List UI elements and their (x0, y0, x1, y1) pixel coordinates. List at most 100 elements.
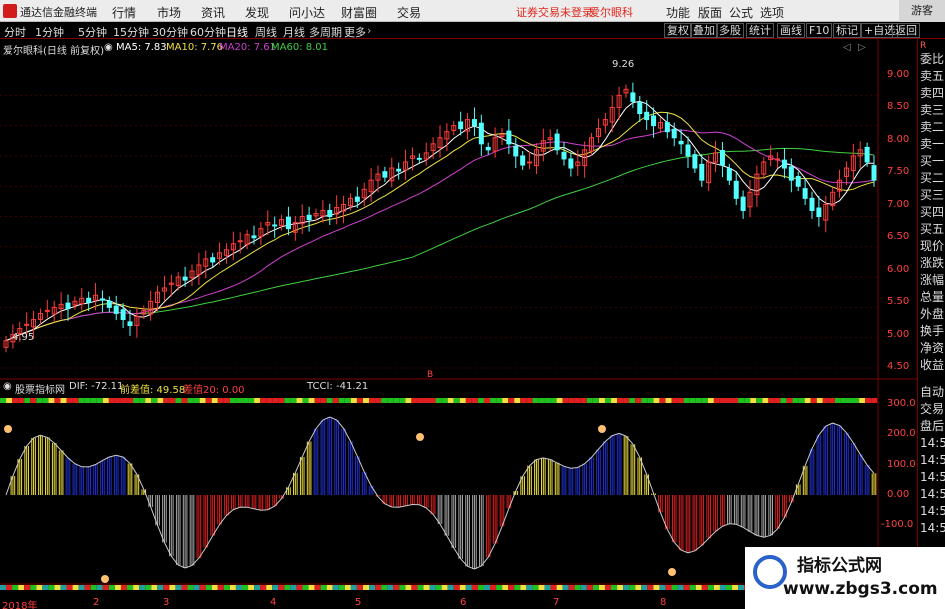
menu-news[interactable]: 资讯 (201, 4, 225, 21)
side-item-lower: 交易 (920, 402, 945, 416)
side-item: 卖四 (920, 86, 945, 100)
candle-body (24, 323, 30, 326)
menu-market[interactable]: 市场 (157, 4, 181, 21)
chart-area[interactable] (0, 39, 917, 609)
candle-body (561, 151, 567, 160)
side-item-lower: 14:50 (920, 504, 945, 518)
period-tab[interactable]: 分时 (4, 24, 26, 40)
signal-band-cell (641, 398, 648, 403)
signal-band-cell (435, 398, 442, 403)
signal-band-cell (133, 585, 140, 590)
overlay-button[interactable]: 叠加 (690, 23, 718, 38)
arrow-left-icon[interactable]: ◁ (843, 42, 851, 53)
signal-band-cell (266, 585, 273, 590)
settings-circle-icon[interactable]: ◉ (3, 381, 12, 392)
period-tab-active[interactable]: 日线 (226, 24, 248, 40)
login-warning[interactable]: 证券交易未登录 (516, 4, 593, 20)
menu-ask[interactable]: 问小达 (289, 4, 325, 21)
guest-login-button[interactable]: 游客 (899, 0, 945, 22)
signal-band-cell (284, 398, 291, 403)
signal-band-cell (217, 398, 224, 403)
stats-button[interactable]: 统计 (746, 23, 774, 38)
signal-band-cell (314, 398, 321, 403)
signal-band-cell (30, 398, 37, 403)
side-item: 涨跌 (920, 256, 945, 270)
signal-band-cell (60, 585, 67, 590)
ma60-label: MA60: 8.01 (271, 42, 329, 53)
signal-band-cell (502, 398, 509, 403)
side-item: 现价 (920, 239, 945, 253)
menu-function[interactable]: 功能 (666, 4, 690, 21)
signal-band-cell (399, 585, 406, 590)
signal-band-cell (248, 585, 255, 590)
y-tick: 8.00 (887, 134, 910, 145)
signal-band-cell (659, 585, 666, 590)
period-tab[interactable]: 周线 (255, 24, 277, 40)
period-tab[interactable]: 月线 (283, 24, 305, 40)
signal-band-cell (465, 398, 472, 403)
signal-band-cell (411, 398, 418, 403)
side-item: 总量 (920, 290, 945, 304)
menu-trade[interactable]: 交易 (397, 4, 421, 21)
signal-band-cell (326, 585, 333, 590)
side-item: 收益 (920, 358, 945, 372)
more-periods-dropdown[interactable]: 更多 (344, 24, 366, 40)
period-tab[interactable]: 15分钟 (113, 24, 149, 40)
menu-discover[interactable]: 发现 (245, 4, 269, 21)
menu-quotes[interactable]: 行情 (112, 4, 136, 21)
signal-band-cell (151, 398, 158, 403)
side-item-lower[interactable]: 自动 (920, 384, 944, 401)
signal-band-cell (568, 398, 575, 403)
signal-band-cell (308, 398, 315, 403)
mark-button[interactable]: 标记 (833, 23, 861, 38)
candle-body (795, 176, 801, 187)
menu-options[interactable]: 选项 (760, 4, 784, 21)
period-tab[interactable]: 1分钟 (35, 24, 64, 40)
menu-layout[interactable]: 版面 (698, 4, 722, 21)
signal-band-cell (538, 398, 545, 403)
period-tab[interactable]: 30分钟 (152, 24, 188, 40)
signal-band-cell (223, 398, 230, 403)
signal-band-cell (54, 398, 61, 403)
signal-band-cell (48, 585, 55, 590)
app-title: 通达信金融终端 (20, 6, 97, 19)
signal-band-cell (205, 585, 212, 590)
signal-band-cell (635, 398, 642, 403)
signal-band-cell (272, 585, 279, 590)
signal-band-cell (586, 585, 593, 590)
signal-band-cell (683, 585, 690, 590)
f10-button[interactable]: F10 (806, 23, 833, 38)
signal-dot (101, 575, 109, 583)
signal-band-cell (671, 585, 678, 590)
signal-band-cell (653, 585, 660, 590)
signal-band-cell (145, 398, 152, 403)
signal-band-cell (496, 585, 503, 590)
signal-band-cell (484, 398, 490, 403)
signal-band-cell (701, 398, 708, 403)
signal-band-cell (471, 398, 478, 403)
draw-line-button[interactable]: 画线 (777, 23, 805, 38)
signal-band-cell (574, 585, 581, 590)
signal-band-cell (139, 398, 146, 403)
period-tab[interactable]: 5分钟 (78, 24, 107, 40)
menu-wealth[interactable]: 财富圈 (341, 4, 377, 21)
signal-band-cell (629, 585, 636, 590)
signal-band-cell (695, 585, 702, 590)
signal-band-cell (453, 585, 460, 590)
adjust-button[interactable]: 复权 (664, 23, 692, 38)
back-button[interactable]: 返回 (892, 23, 920, 38)
arrow-right-icon[interactable]: ▷ (858, 42, 866, 53)
signal-band-cell (84, 585, 91, 590)
signal-band-cell (181, 585, 188, 590)
menu-formula[interactable]: 公式 (729, 4, 753, 21)
candle-body (802, 188, 808, 199)
period-tab[interactable]: 60分钟 (190, 24, 226, 40)
stock-link[interactable]: 爱尔眼科 (589, 4, 633, 20)
signal-band-cell (671, 398, 678, 403)
side-panel-top[interactable]: R (920, 41, 926, 51)
settings-circle-icon[interactable]: ◉ (104, 42, 113, 53)
chevron-right-icon[interactable]: › (367, 24, 371, 37)
multi-stock-button[interactable]: 多股 (716, 23, 744, 38)
signal-band-cell (853, 398, 860, 403)
period-tab[interactable]: 多周期 (309, 24, 342, 40)
